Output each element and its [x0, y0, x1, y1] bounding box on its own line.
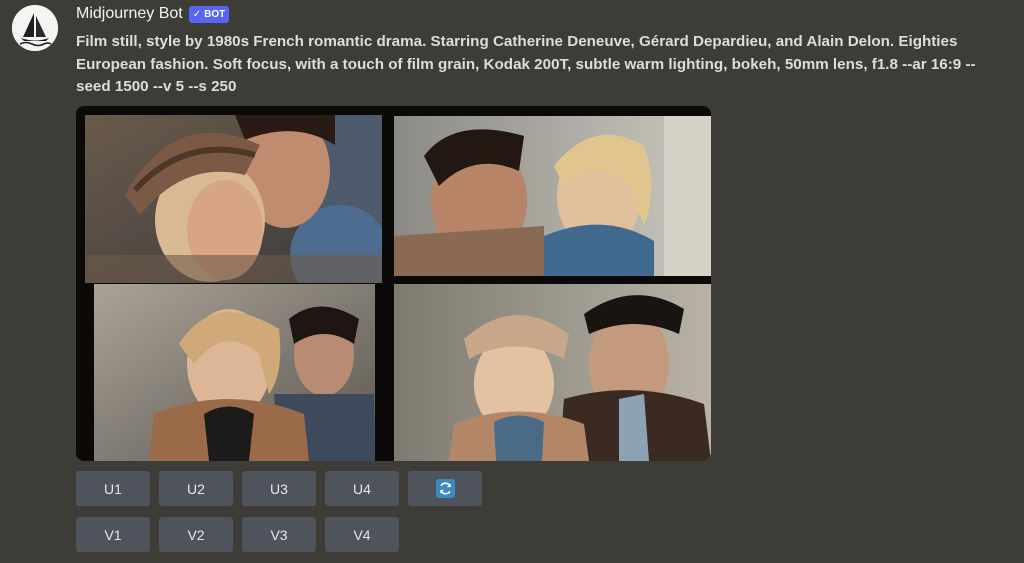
upscale-button-1[interactable]: U1	[76, 471, 150, 506]
image-tile-4[interactable]	[394, 284, 711, 461]
variation-button-3[interactable]: V3	[242, 517, 316, 552]
sailboat-logo-icon	[12, 5, 58, 51]
chat-message: Midjourney Bot ✓ BOT Film still, style b…	[0, 0, 1024, 563]
upscale-button-row: U1 U2 U3 U4	[76, 471, 482, 506]
bot-badge-label: BOT	[204, 8, 226, 20]
image-tile-1[interactable]	[85, 115, 382, 283]
username[interactable]: Midjourney Bot	[76, 4, 183, 24]
message-header: Midjourney Bot ✓ BOT	[76, 3, 230, 25]
variation-button-1[interactable]: V1	[76, 517, 150, 552]
prompt-text: Film still, style by 1980s French romant…	[76, 33, 976, 95]
reroll-button[interactable]	[408, 471, 482, 506]
image-grid[interactable]	[76, 106, 711, 461]
upscale-button-3[interactable]: U3	[242, 471, 316, 506]
bot-badge: ✓ BOT	[188, 5, 230, 23]
variation-button-4[interactable]: V4	[325, 517, 399, 552]
upscale-button-4[interactable]: U4	[325, 471, 399, 506]
bot-avatar[interactable]	[12, 5, 58, 51]
refresh-icon	[435, 479, 455, 498]
image-tile-3[interactable]	[94, 284, 375, 461]
verified-check-icon: ✓	[192, 8, 202, 20]
upscale-button-2[interactable]: U2	[159, 471, 233, 506]
variation-button-row: V1 V2 V3 V4	[76, 517, 399, 552]
variation-button-2[interactable]: V2	[159, 517, 233, 552]
image-tile-2[interactable]	[394, 116, 711, 276]
